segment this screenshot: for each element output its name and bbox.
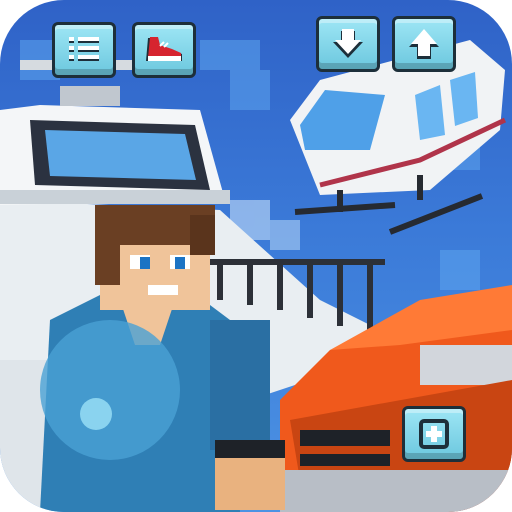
list-menu-icon [67,35,101,65]
game-viewport [0,0,512,512]
menu-button[interactable] [52,22,116,78]
sneaker-icon [142,34,186,66]
ascend-button[interactable] [392,16,456,72]
arrow-down-icon [330,27,366,61]
descend-button[interactable] [316,16,380,72]
add-button[interactable] [402,406,466,462]
arrow-up-icon [406,27,442,61]
plus-icon [418,418,450,450]
sneaker-button[interactable] [132,22,196,78]
